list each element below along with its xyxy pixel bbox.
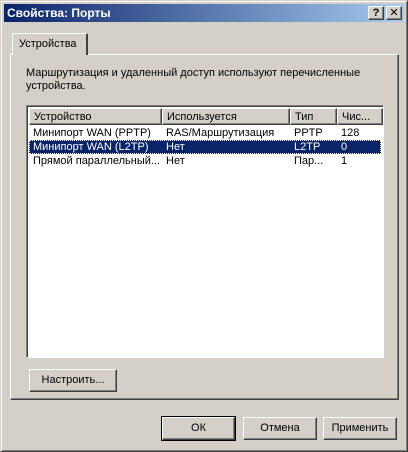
configure-button[interactable]: Настроить... [29, 369, 117, 392]
cell-type: PPTP [294, 127, 323, 139]
cell-device: Прямой параллельный... [33, 155, 161, 167]
apply-button[interactable]: Применить [323, 417, 397, 440]
cell-used-by: RAS/Маршрутизация [166, 127, 275, 139]
cancel-button[interactable]: Отмена [243, 417, 317, 440]
ok-button[interactable]: ОК [161, 416, 236, 441]
table-row[interactable]: Минипорт WAN (PPTP) RAS/Маршрутизация PP… [29, 126, 381, 140]
cell-count: 1 [341, 155, 348, 167]
column-header-type[interactable]: Тип [290, 108, 337, 125]
cell-count: 0 [341, 141, 348, 153]
cell-count: 128 [341, 127, 360, 139]
description-text: Маршрутизация и удаленный доступ использ… [26, 67, 361, 92]
window-title: Свойства: Порты [7, 6, 111, 20]
list-header: Устройство Используется Тип Чис... [29, 108, 383, 125]
column-header-count[interactable]: Чис... [337, 108, 383, 125]
close-icon: ✕ [389, 7, 399, 19]
tab-devices[interactable]: Устройства [12, 33, 88, 55]
close-button[interactable]: ✕ [386, 6, 402, 20]
dialog-window: Свойства: Порты ? ✕ Устройства Маршрутиз… [0, 0, 408, 452]
help-icon: ? [372, 7, 380, 19]
devices-list[interactable]: Устройство Используется Тип Чис... Минип… [26, 105, 384, 358]
cell-device: Минипорт WAN (L2TP) [33, 141, 149, 153]
help-button[interactable]: ? [368, 6, 384, 20]
cell-device: Минипорт WAN (PPTP) [33, 127, 151, 139]
cell-type: L2TP [294, 141, 321, 153]
column-header-device[interactable]: Устройство [29, 108, 162, 125]
cell-used-by: Нет [166, 155, 185, 167]
table-row-selected[interactable]: Минипорт WAN (L2TP) Нет L2TP 0 [29, 140, 381, 154]
tab-devices-label: Устройства [19, 38, 77, 50]
table-row[interactable]: Прямой параллельный... Нет Пар... 1 [29, 154, 381, 168]
cell-type: Пар... [294, 155, 324, 167]
cell-used-by: Нет [166, 141, 185, 153]
column-header-used-by[interactable]: Используется [162, 108, 290, 125]
title-bar[interactable]: Свойства: Порты ? ✕ [4, 4, 404, 22]
